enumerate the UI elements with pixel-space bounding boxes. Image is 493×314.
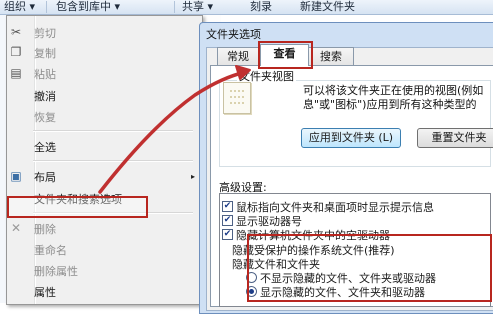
- organize-menu: ✂ 剪切 ❐ 复制 ▤ 粘贴 撤消 恢复 全选 ▣ 布局 ▸ 文件夹和搜索选项 …: [6, 15, 203, 305]
- explorer-toolbar: 组织 ▾ 包含到库中 ▾ 共享 ▾ 刻录 新建文件夹: [0, 0, 493, 15]
- cut-icon: ✂: [10, 25, 22, 39]
- checkbox-checked-icon[interactable]: ✔: [222, 215, 233, 226]
- dialog-title: 文件夹选项: [206, 28, 261, 41]
- menu-item-remove-properties[interactable]: 删除属性: [34, 263, 78, 279]
- hidden-files-highlight-box: [247, 234, 492, 302]
- menu-separator: [33, 160, 193, 162]
- organize-button[interactable]: 组织 ▾: [4, 0, 35, 14]
- layout-icon: ▣: [10, 169, 22, 183]
- reset-folders-button[interactable]: 重置文件夹: [417, 128, 493, 148]
- menu-item-properties[interactable]: 属性: [34, 284, 56, 300]
- copy-icon: ❐: [10, 45, 22, 59]
- tab-general[interactable]: 常规: [217, 47, 259, 66]
- view-tab-highlight-box: [258, 41, 313, 69]
- share-button[interactable]: 共享 ▾: [182, 0, 213, 14]
- menu-item-redo[interactable]: 恢复: [34, 109, 56, 125]
- checkbox-checked-icon[interactable]: ✔: [222, 229, 233, 240]
- delete-icon: ✕: [10, 221, 22, 235]
- menu-item-layout[interactable]: 布局: [34, 169, 56, 185]
- apply-to-folders-button[interactable]: 应用到文件夹 (L): [301, 128, 401, 148]
- folder-views-description-line2: 息"或"图标")应用到所有这种类型的: [303, 98, 477, 111]
- burn-button[interactable]: 刻录: [250, 0, 272, 14]
- new-folder-button[interactable]: 新建文件夹: [300, 0, 355, 14]
- menu-item-undo[interactable]: 撤消: [34, 88, 56, 104]
- menu-item-cut[interactable]: 剪切: [34, 25, 56, 41]
- paste-icon: ▤: [10, 66, 22, 80]
- toolbar-separator: [46, 1, 47, 13]
- menu-item-rename[interactable]: 重命名: [34, 242, 67, 258]
- toolbar-separator: [174, 1, 175, 13]
- menu-item-select-all[interactable]: 全选: [34, 139, 56, 155]
- folder-view-icon: [223, 82, 251, 114]
- folder-options-highlight-box: [7, 196, 148, 218]
- checkbox-checked-icon[interactable]: ✔: [222, 201, 233, 212]
- tab-search[interactable]: 搜索: [308, 47, 354, 66]
- menu-item-copy[interactable]: 复制: [34, 45, 56, 61]
- menu-item-paste[interactable]: 粘贴: [34, 66, 56, 82]
- submenu-arrow-icon: ▸: [191, 172, 196, 181]
- menu-item-delete[interactable]: 删除: [34, 221, 56, 237]
- menu-separator: [33, 130, 193, 132]
- include-in-library-button[interactable]: 包含到库中 ▾: [56, 0, 120, 14]
